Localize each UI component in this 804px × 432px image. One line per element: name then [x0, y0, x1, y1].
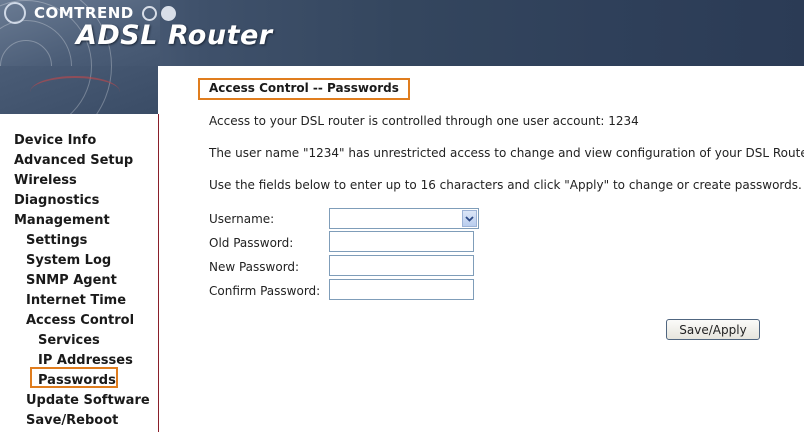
- sidebar-item-device-info[interactable]: Device Info: [14, 133, 96, 148]
- sidebar-item-diagnostics[interactable]: Diagnostics: [14, 193, 99, 208]
- sidebar-item-wireless[interactable]: Wireless: [14, 173, 77, 188]
- banner-swirl-lower: [0, 66, 158, 114]
- username-select[interactable]: [329, 208, 479, 229]
- sidebar-item-system-log[interactable]: System Log: [26, 253, 111, 268]
- sidebar-item-services[interactable]: Services: [38, 333, 100, 348]
- comtrend-logo-icon: [4, 2, 26, 24]
- sidebar-item-update-software[interactable]: Update Software: [26, 393, 150, 408]
- sidebar-item-advanced-setup[interactable]: Advanced Setup: [14, 153, 133, 168]
- sidebar-item-snmp-agent[interactable]: SNMP Agent: [26, 273, 117, 288]
- username-info-text: The user name "1234" has unrestricted ac…: [209, 146, 804, 160]
- sidebar-item-access-control[interactable]: Access Control: [26, 313, 134, 328]
- old-password-label: Old Password:: [209, 236, 294, 250]
- sidebar-item-passwords[interactable]: Passwords: [38, 373, 116, 388]
- logo-ring-icon: [142, 6, 157, 21]
- new-password-label: New Password:: [209, 260, 300, 274]
- username-label: Username:: [209, 212, 275, 226]
- confirm-password-field[interactable]: [329, 279, 474, 300]
- confirm-password-label: Confirm Password:: [209, 284, 321, 298]
- product-title: ADSL Router: [76, 20, 273, 51]
- sidebar-item-save-reboot[interactable]: Save/Reboot: [26, 413, 118, 428]
- decorative-arc: [30, 76, 120, 108]
- new-password-field[interactable]: [329, 255, 474, 276]
- page-title: Access Control -- Passwords: [209, 81, 399, 95]
- logo-dot-icon: [161, 6, 176, 21]
- save-apply-button[interactable]: Save/Apply: [666, 319, 760, 340]
- sidebar-item-internet-time[interactable]: Internet Time: [26, 293, 126, 308]
- sidebar-item-settings[interactable]: Settings: [26, 233, 87, 248]
- header-banner: COMTREND ADSL Router: [0, 0, 804, 66]
- instructions-text: Use the fields below to enter up to 16 c…: [209, 178, 802, 192]
- sidebar-item-ip-addresses[interactable]: IP Addresses: [38, 353, 133, 368]
- old-password-field[interactable]: [329, 231, 474, 252]
- account-info-text: Access to your DSL router is controlled …: [209, 114, 639, 128]
- sidebar-item-management[interactable]: Management: [14, 213, 110, 228]
- chevron-down-icon[interactable]: [462, 210, 477, 227]
